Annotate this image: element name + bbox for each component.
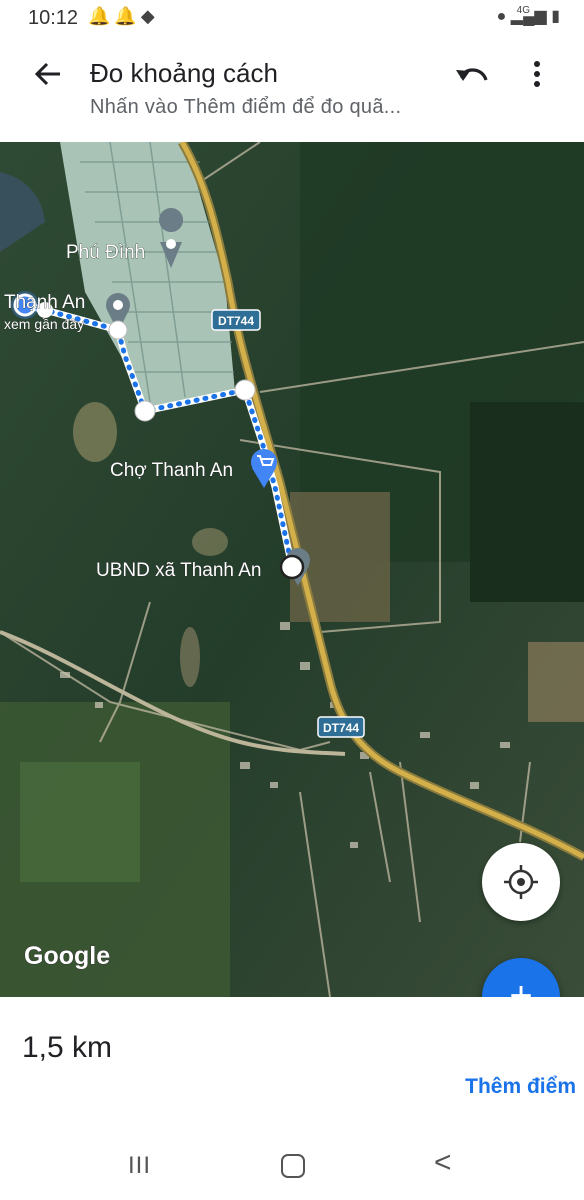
status-time: 10:12 [28, 7, 79, 29]
system-nav-bar: III < [0, 1130, 584, 1200]
label-ubnd: UBND xã Thanh An [96, 560, 261, 581]
my-location-icon [504, 865, 538, 899]
page-title: Đo khoảng cách [90, 58, 278, 88]
road-shield-bottom: DT744 [317, 716, 365, 738]
location-icon: ● [496, 8, 507, 25]
page-subtitle: Nhấn vào Thêm điểm để đo quã... [90, 96, 402, 118]
signal-icon: ▂▄▆ [510, 8, 547, 25]
route-point[interactable] [234, 379, 256, 401]
notification-icons: 🔔🔔◆ [88, 6, 159, 27]
app-bar: Đo khoảng cách Nhấn vào Thêm điểm để đo … [0, 36, 584, 142]
road-shield-bottom-label: DT744 [323, 721, 359, 735]
undo-icon[interactable] [452, 56, 492, 92]
system-icons: ● ▂▄▆ ▮ [497, 6, 560, 26]
recent-apps-button[interactable]: III [128, 1152, 151, 1180]
route-point[interactable] [134, 400, 156, 422]
status-bar: 10:12 🔔🔔◆ 4G ● ▂▄▆ ▮ [0, 0, 584, 36]
google-logo: Google [24, 942, 110, 970]
road-shield-top-label: DT744 [218, 314, 254, 328]
route-point[interactable] [108, 320, 128, 340]
my-location-button[interactable] [482, 843, 560, 921]
system-back-button[interactable]: < [434, 1146, 452, 1180]
alarm-icon: 🔔 [88, 6, 115, 26]
route-endpoint[interactable] [279, 554, 305, 580]
notification-icon: 🔔 [114, 6, 141, 26]
battery-icon: ▮ [551, 8, 560, 25]
app-icon: ◆ [140, 6, 159, 26]
label-cho-thanh-an: Chợ Thanh An [110, 460, 233, 481]
home-button[interactable] [281, 1154, 305, 1178]
label-thanh-an: Thạnh An [4, 292, 85, 313]
road-shield-top: DT744 [211, 309, 261, 331]
distance-value: 1,5 km [22, 1031, 113, 1064]
label-phu-dinh: Phú Đình [66, 242, 145, 263]
back-arrow-icon[interactable] [30, 56, 66, 92]
distance-sheet: 1,5 km Thêm điểm [0, 997, 584, 1130]
add-point-button[interactable]: Thêm điểm [465, 1075, 576, 1099]
more-vert-icon[interactable] [522, 56, 552, 92]
label-xem-gan-day: xem gần đây [4, 316, 84, 332]
